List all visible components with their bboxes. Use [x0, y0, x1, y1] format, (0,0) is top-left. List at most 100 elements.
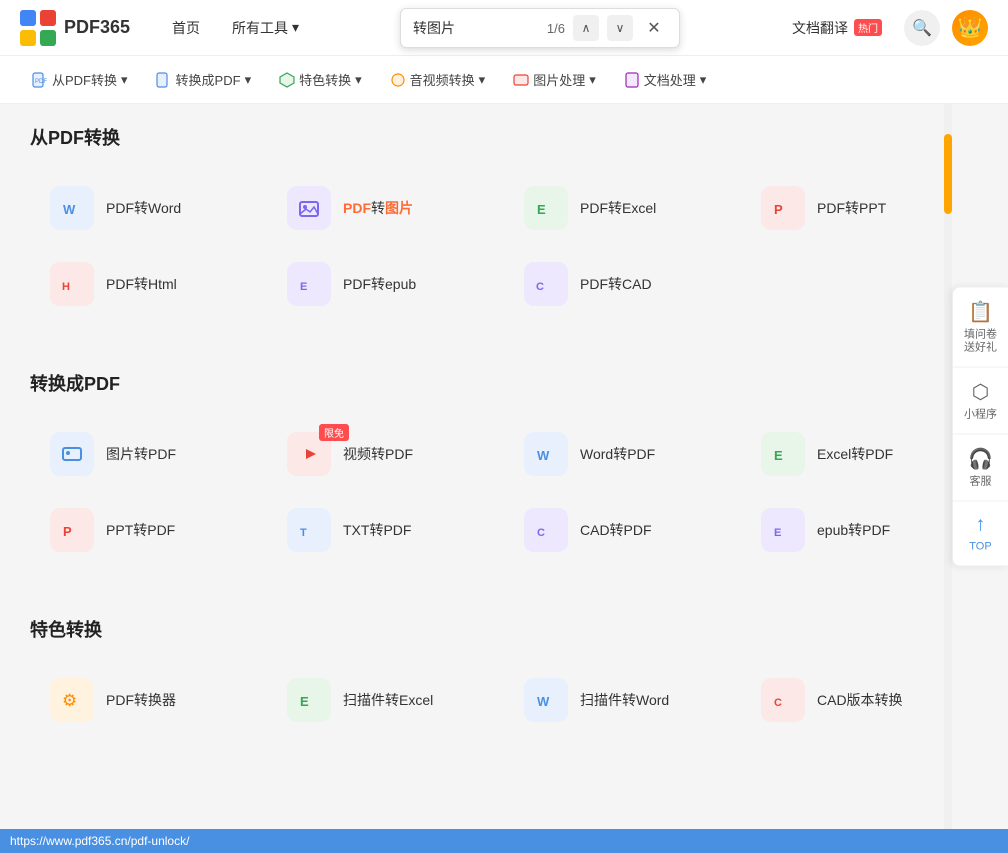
- svg-text:E: E: [300, 694, 309, 709]
- logo[interactable]: PDF365: [20, 10, 130, 46]
- txt-pdf-label: TXT转PDF: [343, 520, 411, 540]
- avatar-icon: 👑: [958, 15, 983, 40]
- service-panel-item[interactable]: 🎧 客服: [953, 435, 1008, 502]
- survey-label: 填问卷送好礼: [964, 328, 997, 354]
- tool-pdf-image[interactable]: PDF转图片: [267, 170, 504, 246]
- pdf-converter-label: PDF转换器: [106, 690, 176, 710]
- search-next-button[interactable]: ∨: [607, 15, 633, 41]
- pdf-image-icon: [287, 186, 331, 230]
- pdf-ppt-icon: P: [761, 186, 805, 230]
- search-prev-button[interactable]: ∧: [573, 15, 599, 41]
- tool-scan-excel[interactable]: E 扫描件转Excel: [267, 662, 504, 738]
- scan-excel-label: 扫描件转Excel: [343, 690, 433, 710]
- to-pdf-title: 转换成PDF: [30, 370, 978, 396]
- to-pdf-icon: [156, 72, 172, 88]
- tool-vid-pdf-wrapper: 限免 视频转PDF: [267, 416, 504, 492]
- cad-pdf-label: CAD转PDF: [580, 520, 652, 540]
- chevron-down-icon: ▾: [121, 72, 128, 88]
- tool-cad-version[interactable]: C CAD版本转换: [741, 662, 978, 738]
- toolbar-to-pdf[interactable]: 转换成PDF ▾: [144, 64, 264, 95]
- free-badge: 限免: [319, 424, 349, 441]
- chevron-down-icon: ▾: [292, 19, 299, 36]
- toolbar: PDF 从PDF转换 ▾ 转换成PDF ▾ 特色转换 ▾ 音视频转换 ▾ 图片处…: [0, 56, 1008, 104]
- tool-vid-pdf[interactable]: 视频转PDF: [267, 416, 504, 492]
- service-icon: 🎧: [968, 447, 993, 472]
- top-panel-item[interactable]: ↑ TOP: [953, 502, 1008, 566]
- toolbar-special[interactable]: 特色转换 ▾: [267, 64, 374, 95]
- chevron-down-icon3: ▾: [355, 72, 362, 88]
- toolbar-image[interactable]: 图片处理 ▾: [501, 64, 608, 95]
- tool-txt-pdf[interactable]: T TXT转PDF: [267, 492, 504, 568]
- tool-pdf-ppt[interactable]: P PDF转PPT: [741, 170, 978, 246]
- tool-word-pdf[interactable]: W Word转PDF: [504, 416, 741, 492]
- hot-badge: 热门: [854, 19, 882, 36]
- search-popup-count: 1/6: [547, 21, 565, 36]
- svg-text:E: E: [774, 448, 783, 463]
- tool-pdf-cad[interactable]: C PDF转CAD: [504, 246, 741, 322]
- survey-panel-item[interactable]: 📋 填问卷送好礼: [953, 287, 1008, 367]
- nav-home[interactable]: 首页: [160, 12, 212, 44]
- svg-text:W: W: [537, 694, 550, 709]
- pdf-excel-icon: E: [524, 186, 568, 230]
- from-pdf-icon: PDF: [32, 72, 48, 88]
- scrollbar-thumb[interactable]: [944, 134, 952, 214]
- search-popup-text: 转图片: [413, 18, 539, 38]
- miniapp-panel-item[interactable]: ⬡ 小程序: [953, 367, 1008, 434]
- search-close-button[interactable]: ✕: [641, 15, 667, 41]
- tool-epub-pdf[interactable]: E epub转PDF: [741, 492, 978, 568]
- tool-pdf-converter[interactable]: ⚙ PDF转换器: [30, 662, 267, 738]
- scrollbar[interactable]: [944, 104, 952, 829]
- toolbar-av[interactable]: 音视频转换 ▾: [378, 64, 498, 95]
- nav-right: 文档翻译 热门 🔍 👑: [782, 10, 988, 46]
- divider-1: [0, 352, 1008, 360]
- pdf-word-label: PDF转Word: [106, 198, 181, 218]
- svg-text:PDF: PDF: [35, 79, 47, 85]
- pdf-cad-label: PDF转CAD: [580, 274, 652, 294]
- section-to-pdf: 转换成PDF 图片转PDF 限免 视频转PDF: [30, 370, 978, 568]
- toolbar-from-pdf[interactable]: PDF 从PDF转换 ▾: [20, 64, 140, 95]
- toolbar-doc[interactable]: 文档处理 ▾: [612, 64, 719, 95]
- search-popup: 转图片 1/6 ∧ ∨ ✕: [400, 8, 680, 48]
- tool-pdf-excel[interactable]: E PDF转Excel: [504, 170, 741, 246]
- logo-text: PDF365: [64, 17, 130, 38]
- chevron-down-icon4: ▾: [479, 72, 486, 88]
- svg-text:P: P: [63, 524, 72, 539]
- tool-excel-pdf[interactable]: E Excel转PDF: [741, 416, 978, 492]
- chevron-down-icon6: ▾: [700, 72, 707, 88]
- tool-scan-word[interactable]: W 扫描件转Word: [504, 662, 741, 738]
- nav-all-tools[interactable]: 所有工具 ▾: [220, 12, 311, 44]
- miniapp-label: 小程序: [964, 408, 997, 421]
- tool-pdf-epub[interactable]: E PDF转epub: [267, 246, 504, 322]
- pdf-cad-icon: C: [524, 262, 568, 306]
- nav-translate[interactable]: 文档翻译 热门: [782, 12, 892, 44]
- pdf-ppt-label: PDF转PPT: [817, 198, 886, 218]
- pdf-converter-icon: ⚙: [50, 678, 94, 722]
- svg-text:⚙: ⚙: [62, 691, 77, 710]
- search-button[interactable]: 🔍: [904, 10, 940, 46]
- avatar[interactable]: 👑: [952, 10, 988, 46]
- svg-text:E: E: [537, 202, 546, 217]
- pdf-html-icon: H: [50, 262, 94, 306]
- top-arrow-icon: ↑: [976, 514, 986, 537]
- tool-img-pdf[interactable]: 图片转PDF: [30, 416, 267, 492]
- svg-text:C: C: [536, 281, 544, 293]
- cad-version-label: CAD版本转换: [817, 690, 903, 710]
- search-icon: 🔍: [912, 18, 932, 38]
- excel-pdf-label: Excel转PDF: [817, 444, 893, 464]
- epub-pdf-label: epub转PDF: [817, 520, 890, 540]
- cad-pdf-icon: C: [524, 508, 568, 552]
- divider-2: [0, 598, 1008, 606]
- main-content: 从PDF转换 W PDF转Word PDF转图片 E PDF: [0, 104, 1008, 788]
- tool-cad-pdf[interactable]: C CAD转PDF: [504, 492, 741, 568]
- tool-pdf-word[interactable]: W PDF转Word: [30, 170, 267, 246]
- vid-pdf-label: 视频转PDF: [343, 444, 413, 464]
- word-pdf-icon: W: [524, 432, 568, 476]
- svg-text:P: P: [774, 202, 783, 217]
- pdf-word-icon: W: [50, 186, 94, 230]
- word-pdf-label: Word转PDF: [580, 444, 655, 464]
- tool-ppt-pdf[interactable]: P PPT转PDF: [30, 492, 267, 568]
- right-panel: 📋 填问卷送好礼 ⬡ 小程序 🎧 客服 ↑ TOP: [952, 286, 1008, 567]
- tool-pdf-html[interactable]: H PDF转Html: [30, 246, 267, 322]
- doc-icon: [624, 72, 640, 88]
- pdf-html-label: PDF转Html: [106, 274, 177, 294]
